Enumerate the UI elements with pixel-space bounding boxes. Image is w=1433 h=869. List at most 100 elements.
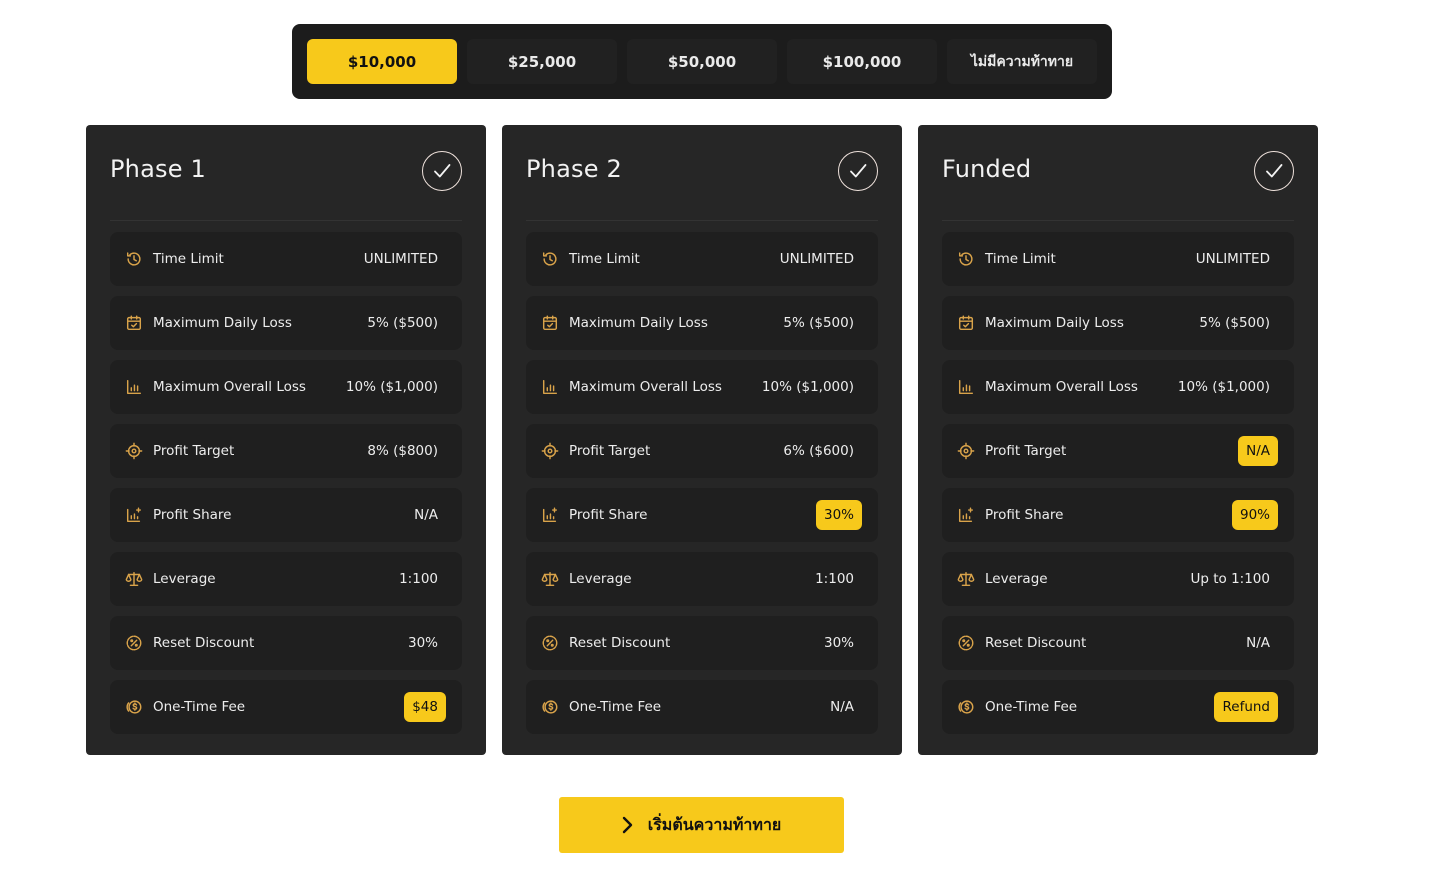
history-icon <box>541 249 561 269</box>
rule-label: Leverage <box>985 571 1048 587</box>
rules-list: Time Limit UNLIMITED Maximum Daily Loss 5% … <box>110 232 462 744</box>
chart-plus-icon <box>541 505 561 525</box>
rule-row-reset-discount: Reset Discount 30% <box>110 616 462 670</box>
rule-value: UNLIMITED <box>779 251 854 267</box>
scale-icon <box>125 569 145 589</box>
tab-50000[interactable]: $50,000 <box>627 39 777 84</box>
rule-row-leverage: Leverage 1:100 <box>110 552 462 606</box>
chevron-right-icon <box>622 816 632 834</box>
rule-value: UNLIMITED <box>363 251 438 267</box>
rule-label: Profit Share <box>153 507 232 523</box>
rules-list: Time Limit UNLIMITED Maximum Daily Loss 5% … <box>942 232 1294 744</box>
rule-value: 10% ($1,000) <box>1177 379 1270 395</box>
rule-label: Maximum Overall Loss <box>153 379 306 395</box>
rule-row-reset-discount: Reset Discount N/A <box>942 616 1294 670</box>
rule-row-maximum-daily-loss: Maximum Daily Loss 5% ($500) <box>942 296 1294 350</box>
rule-value: 10% ($1,000) <box>761 379 854 395</box>
rule-label: Profit Target <box>153 443 235 459</box>
tab-25000[interactable]: $25,000 <box>467 39 617 84</box>
discount-icon <box>541 633 561 653</box>
rule-value: 8% ($800) <box>367 443 438 459</box>
rule-label: Reset Discount <box>985 635 1087 651</box>
rule-row-profit-share: Profit Share 30% <box>526 488 878 542</box>
rule-value: UNLIMITED <box>1195 251 1270 267</box>
rule-value: 90% <box>1231 500 1278 530</box>
rule-row-maximum-overall-loss: Maximum Overall Loss 10% ($1,000) <box>942 360 1294 414</box>
rule-label: Profit Share <box>985 507 1064 523</box>
rule-label: Maximum Daily Loss <box>985 315 1124 331</box>
card-phase-1: Phase 1 Time Limit UNLIMITED Maximum Daily … <box>86 125 486 755</box>
rule-row-leverage: Leverage Up to 1:100 <box>942 552 1294 606</box>
rule-label: Leverage <box>153 571 216 587</box>
discount-icon <box>957 633 977 653</box>
rule-value: 6% ($600) <box>783 443 854 459</box>
rule-value: N/A <box>1238 436 1278 466</box>
rule-value: 10% ($1,000) <box>345 379 438 395</box>
rule-label: Profit Target <box>985 443 1067 459</box>
rule-label: Maximum Overall Loss <box>985 379 1138 395</box>
tab-no-challenge[interactable]: ไม่มีความท้าทาย <box>947 39 1097 84</box>
rule-value: 1:100 <box>815 571 854 587</box>
target-icon <box>541 441 561 461</box>
rule-value: N/A <box>830 699 854 715</box>
start-challenge-label: เริ่มต้นความท้าทาย <box>647 814 782 834</box>
rule-label: Time Limit <box>153 251 224 267</box>
rule-row-time-limit: Time Limit UNLIMITED <box>110 232 462 286</box>
divider <box>110 220 462 221</box>
history-icon <box>125 249 145 269</box>
rule-label: One-Time Fee <box>153 699 246 715</box>
rule-label: Leverage <box>569 571 632 587</box>
rule-row-profit-target: Profit Target 6% ($600) <box>526 424 878 478</box>
rule-row-maximum-daily-loss: Maximum Daily Loss 5% ($500) <box>110 296 462 350</box>
divider <box>942 220 1294 221</box>
calendar-icon <box>125 313 145 333</box>
start-challenge-button[interactable]: เริ่มต้นความท้าทาย <box>559 797 844 853</box>
rule-row-one-time-fee: One-Time Fee $48 <box>110 680 462 734</box>
calendar-icon <box>541 313 561 333</box>
account-size-tabs: $10,000 $25,000 $50,000 $100,000 ไม่มีคว… <box>292 24 1112 99</box>
rule-row-one-time-fee: One-Time Fee N/A <box>526 680 878 734</box>
rule-label: One-Time Fee <box>985 699 1078 715</box>
rule-label: Maximum Overall Loss <box>569 379 722 395</box>
rule-row-maximum-overall-loss: Maximum Overall Loss 10% ($1,000) <box>110 360 462 414</box>
card-funded: Funded Time Limit UNLIMITED Maximum Daily L… <box>918 125 1318 755</box>
rule-value: 5% ($500) <box>783 315 854 331</box>
bar-chart-icon <box>541 377 561 397</box>
rule-label: Time Limit <box>569 251 640 267</box>
card-title: Phase 1 <box>110 155 206 183</box>
check-circle-icon <box>422 151 462 191</box>
rule-row-time-limit: Time Limit UNLIMITED <box>942 232 1294 286</box>
bar-chart-icon <box>957 377 977 397</box>
tab-10000[interactable]: $10,000 <box>307 39 457 84</box>
rule-label: One-Time Fee <box>569 699 662 715</box>
rule-label: Profit Target <box>569 443 651 459</box>
scale-icon <box>541 569 561 589</box>
rule-value: 30% <box>815 500 862 530</box>
coin-icon <box>957 697 977 717</box>
rule-label: Maximum Daily Loss <box>569 315 708 331</box>
coin-icon <box>125 697 145 717</box>
tab-100000[interactable]: $100,000 <box>787 39 937 84</box>
rule-value: 30% <box>823 635 854 651</box>
chart-plus-icon <box>957 505 977 525</box>
target-icon <box>125 441 145 461</box>
rule-row-maximum-daily-loss: Maximum Daily Loss 5% ($500) <box>526 296 878 350</box>
rule-label: Maximum Daily Loss <box>153 315 292 331</box>
rule-value: Up to 1:100 <box>1190 571 1271 587</box>
divider <box>526 220 878 221</box>
rule-label: Profit Share <box>569 507 648 523</box>
rule-row-reset-discount: Reset Discount 30% <box>526 616 878 670</box>
bar-chart-icon <box>125 377 145 397</box>
rule-row-profit-share: Profit Share 90% <box>942 488 1294 542</box>
target-icon <box>957 441 977 461</box>
rule-value: $48 <box>404 692 446 722</box>
rules-list: Time Limit UNLIMITED Maximum Daily Loss 5% … <box>526 232 878 744</box>
rule-row-profit-share: Profit Share N/A <box>110 488 462 542</box>
rule-row-time-limit: Time Limit UNLIMITED <box>526 232 878 286</box>
rule-value: Refund <box>1214 692 1278 722</box>
rule-value: 30% <box>407 635 438 651</box>
scale-icon <box>957 569 977 589</box>
discount-icon <box>125 633 145 653</box>
card-title: Funded <box>942 155 1032 183</box>
rule-label: Reset Discount <box>153 635 255 651</box>
